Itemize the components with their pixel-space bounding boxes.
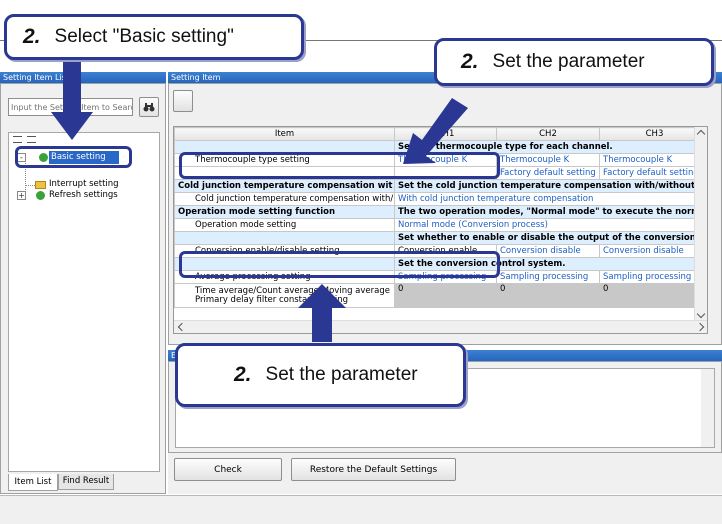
chevron-left-icon[interactable] bbox=[177, 322, 187, 332]
step-number: 2. bbox=[461, 50, 479, 73]
restore-defaults-button[interactable]: Restore the Default Settings bbox=[291, 458, 456, 481]
tree-connector bbox=[25, 185, 35, 186]
callout-set-parameter-top: 2. Set the parameter bbox=[434, 38, 714, 86]
chevron-up-icon[interactable] bbox=[696, 129, 706, 139]
param-label: Cold junction temperature compensation w… bbox=[174, 192, 395, 206]
table-row: Time average/Count average/Moving averag… bbox=[174, 283, 707, 308]
param-value[interactable]: Thermocouple K bbox=[496, 153, 600, 167]
check-button[interactable]: Check bbox=[174, 458, 282, 481]
param-value[interactable]: Normal mode (Conversion process) bbox=[394, 218, 707, 232]
horizontal-scrollbar[interactable] bbox=[174, 320, 707, 333]
category-title bbox=[174, 231, 395, 245]
category-row: Operation mode setting function The two … bbox=[174, 205, 707, 219]
column-header: Item bbox=[174, 127, 395, 141]
param-value[interactable]: Factory default setting bbox=[599, 166, 707, 180]
left-panel: - Basic setting Interrupt setting + Refr… bbox=[0, 83, 166, 494]
category-title: Operation mode setting function bbox=[174, 205, 395, 219]
tree-item-interrupt-setting[interactable]: Interrupt setting bbox=[49, 179, 119, 190]
param-value[interactable]: Factory default setting bbox=[496, 166, 600, 180]
table-row: Cold junction temperature compensation w… bbox=[174, 192, 707, 206]
param-label: Operation mode setting bbox=[174, 218, 395, 232]
search-button[interactable] bbox=[139, 97, 159, 117]
left-panel-titlebar: Setting Item List bbox=[0, 72, 166, 83]
status-bar bbox=[0, 495, 722, 524]
step-number: 2. bbox=[234, 363, 252, 386]
column-header: CH3 bbox=[599, 127, 707, 141]
folder-icon bbox=[35, 181, 46, 189]
param-label-line: Primary delay filter constant setting bbox=[195, 294, 349, 305]
category-description: Set whether to enable or disable the out… bbox=[394, 231, 707, 245]
param-value[interactable]: 0 bbox=[599, 283, 707, 308]
vertical-scrollbar[interactable] bbox=[701, 369, 714, 447]
button-bar: Check Restore the Default Settings bbox=[168, 453, 722, 494]
callout-text: Set the parameter bbox=[492, 51, 645, 72]
chevron-right-icon[interactable] bbox=[695, 322, 705, 332]
param-value[interactable]: Sampling processing bbox=[599, 270, 707, 284]
callout-text: Set the parameter bbox=[265, 364, 418, 385]
category-row: Cold junction temperature compensation w… bbox=[174, 179, 707, 193]
column-header: CH2 bbox=[496, 127, 600, 141]
tree-item-refresh-settings[interactable]: Refresh settings bbox=[49, 190, 118, 201]
tab-find-result[interactable]: Find Result bbox=[58, 474, 114, 490]
search-input[interactable] bbox=[8, 98, 133, 116]
category-description: Set the cold junction temperature compen… bbox=[394, 179, 707, 193]
column-header: CH1 bbox=[394, 127, 497, 141]
highlight-basic-setting bbox=[15, 146, 132, 168]
tree-view: - Basic setting Interrupt setting + Refr… bbox=[8, 132, 160, 472]
param-value[interactable]: With cold junction temperature compensat… bbox=[394, 192, 707, 206]
category-title: Cold junction temperature compensation w… bbox=[174, 179, 395, 193]
param-value[interactable]: Thermocouple K bbox=[599, 153, 707, 167]
param-value[interactable]: Conversion disable bbox=[496, 244, 600, 258]
collapse-all-icon[interactable] bbox=[27, 136, 36, 143]
param-value[interactable]: Sampling processing bbox=[496, 270, 600, 284]
toolbar-button[interactable] bbox=[173, 90, 193, 112]
highlight-thermocouple-row bbox=[179, 152, 500, 179]
param-value[interactable]: 0 bbox=[496, 283, 600, 308]
binoculars-icon bbox=[143, 103, 155, 112]
param-label: Time average/Count average/Moving averag… bbox=[174, 283, 395, 308]
table-row: Operation mode setting Normal mode (Conv… bbox=[174, 218, 707, 232]
category-row: Set whether to enable or disable the out… bbox=[174, 231, 707, 245]
step-number: 2. bbox=[23, 25, 41, 48]
check-icon bbox=[36, 191, 45, 200]
callout-select-basic-setting: 2. Select "Basic setting" bbox=[4, 14, 304, 60]
category-description: The two operation modes, "Normal mode" t… bbox=[394, 205, 707, 219]
tab-item-list[interactable]: Item List bbox=[8, 474, 58, 491]
vertical-scrollbar[interactable] bbox=[694, 127, 707, 322]
chevron-down-icon[interactable] bbox=[696, 309, 706, 319]
param-value[interactable]: Conversion disable bbox=[599, 244, 707, 258]
expander-refresh[interactable]: + bbox=[17, 191, 26, 200]
callout-set-parameter-bottom: 2. Set the parameter bbox=[175, 343, 466, 407]
param-value[interactable]: 0 bbox=[394, 283, 497, 308]
expand-all-icon[interactable] bbox=[13, 136, 22, 143]
callout-text: Select "Basic setting" bbox=[54, 26, 234, 47]
highlight-conversion-row bbox=[179, 251, 500, 278]
